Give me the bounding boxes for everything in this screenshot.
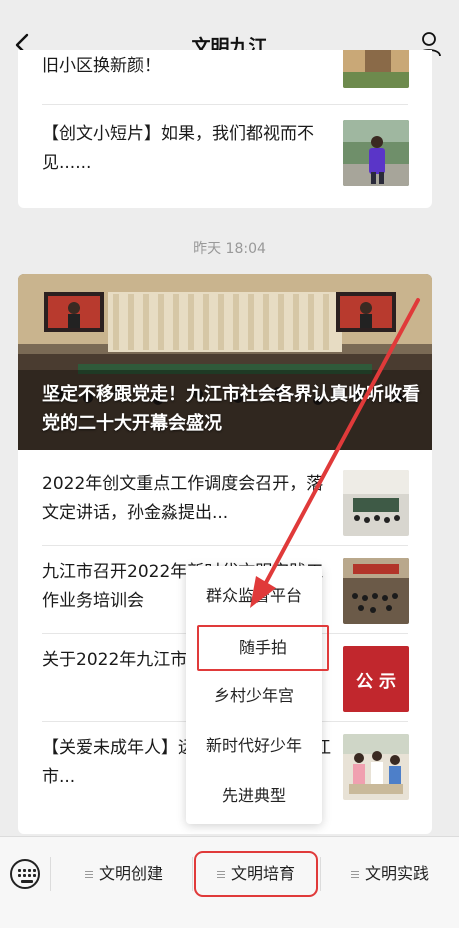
article-thumbnail [343, 558, 409, 624]
menu-lines-icon [216, 869, 225, 880]
article-row[interactable]: 旧小区换新颜！ [18, 50, 432, 92]
bottom-menu-bar: 文明创建 文明培育 文明实践 [0, 836, 459, 928]
article-thumbnail [343, 470, 409, 536]
tab-civilization-practice[interactable]: 文明实践 [326, 857, 454, 891]
hero-caption: 坚定不移跟党走！九江市社会各界认真收听收看党的二十大开幕会盛况 [42, 384, 420, 434]
menu-item-snapshot[interactable]: 随手拍 [196, 624, 330, 672]
article-thumbnail [343, 50, 409, 88]
article-title: 【创文小短片】如果，我们都视而不见...... [42, 124, 314, 173]
tab-label: 文明培育 [230, 864, 295, 883]
article-title: 2022年创文重点工作调度会召开，落文定讲话，孙金淼提出... [42, 474, 324, 523]
tab-label: 文明实践 [364, 864, 429, 883]
article-row[interactable]: 【创文小短片】如果，我们都视而不见...... [18, 120, 432, 200]
article-thumbnail [343, 120, 409, 186]
popup-menu: 群众监督平台 随手拍 乡村少年宫 新时代好少年 先进典型 [186, 566, 329, 824]
divider [50, 857, 51, 891]
message-timestamp: 昨天 18:04 [193, 241, 266, 257]
divider [192, 857, 193, 891]
article-card-previous: 旧小区换新颜！ 【创文小短片】如果，我们都视而不见...... [18, 50, 432, 208]
menu-lines-icon [84, 869, 93, 880]
menu-lines-icon [350, 869, 359, 880]
article-thumbnail: 公 示 [343, 646, 409, 712]
divider [320, 857, 321, 891]
tab-civilization-building[interactable]: 文明创建 [60, 857, 188, 891]
tab-label: 文明创建 [98, 864, 163, 883]
thumbnail-text: 公 示 [356, 671, 396, 692]
article-title: 旧小区换新颜！ [42, 56, 161, 76]
menu-item-supervision-platform[interactable]: 群众监督平台 [186, 572, 322, 620]
tab-civilization-cultivation[interactable]: 文明培育 [194, 851, 318, 897]
divider [42, 545, 408, 546]
menu-item-good-youth[interactable]: 新时代好少年 [186, 722, 322, 770]
keyboard-icon[interactable] [10, 859, 40, 889]
article-thumbnail [343, 734, 409, 800]
menu-item-village-youth-palace[interactable]: 乡村少年宫 [186, 672, 322, 720]
hero-image[interactable]: 坚定不移跟党走！九江市社会各界认真收听收看党的二十大开幕会盛况 [18, 274, 432, 450]
menu-item-advanced-models[interactable]: 先进典型 [186, 772, 322, 820]
article-row[interactable]: 2022年创文重点工作调度会召开，落文定讲话，孙金淼提出... [18, 470, 432, 540]
divider [42, 104, 408, 105]
